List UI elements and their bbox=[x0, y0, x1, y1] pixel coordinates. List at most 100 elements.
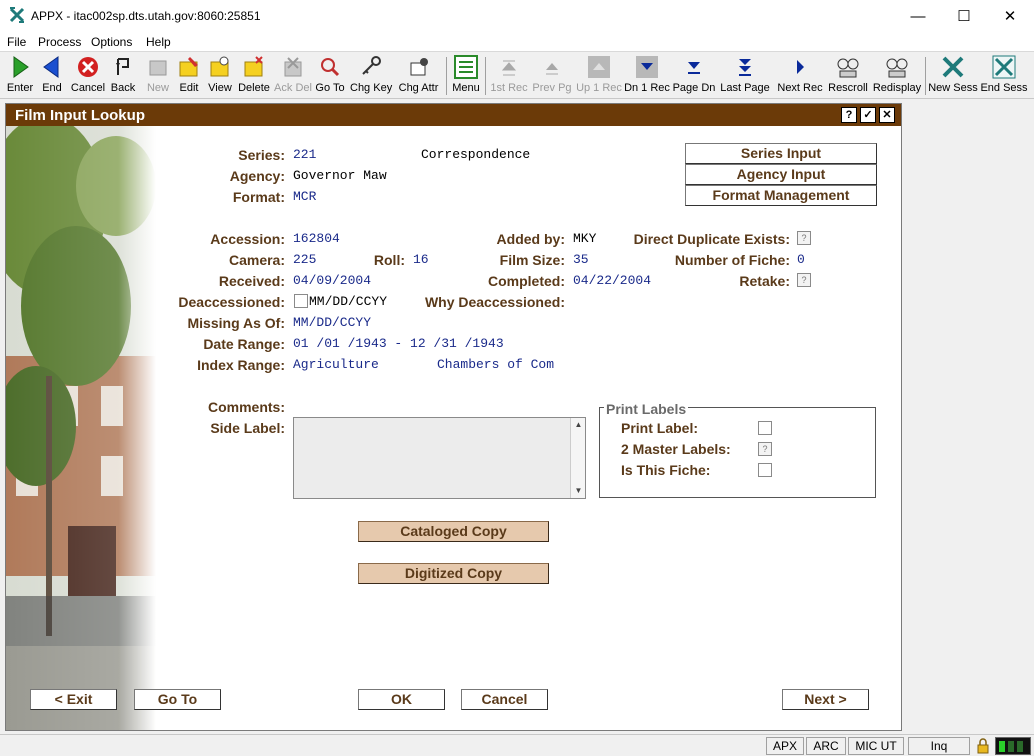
agency-input-button[interactable]: Agency Input bbox=[685, 164, 877, 185]
master-labels-checkbox[interactable]: ? bbox=[758, 442, 772, 456]
cataloged-copy-button[interactable]: Cataloged Copy bbox=[358, 521, 549, 542]
first-rec-button[interactable]: 1st Rec bbox=[489, 55, 529, 97]
is-this-fiche-checkbox[interactable] bbox=[758, 463, 772, 477]
added-by-label: Added by: bbox=[496, 231, 565, 247]
maximize-button[interactable]: ☐ bbox=[941, 0, 987, 32]
menu-button[interactable]: Menu bbox=[451, 55, 481, 97]
status-mic-ut: MIC UT bbox=[848, 737, 904, 755]
up-rec-button[interactable]: Up 1 Rec bbox=[576, 55, 622, 97]
side-label-scrollbar[interactable]: ▲ ▼ bbox=[570, 418, 585, 498]
toolbar-separator bbox=[925, 57, 926, 95]
minimize-button[interactable]: — bbox=[895, 0, 941, 32]
menu-help[interactable]: Help bbox=[146, 35, 171, 49]
prev-page-button[interactable]: Prev Pg bbox=[531, 55, 573, 97]
accept-button[interactable]: ✓ bbox=[860, 107, 876, 123]
cancel-button[interactable]: Cancel bbox=[70, 55, 106, 97]
page-down-icon bbox=[688, 62, 700, 74]
number-of-fiche-label: Number of Fiche: bbox=[674, 252, 790, 268]
rescroll-button[interactable]: Rescroll bbox=[827, 55, 869, 97]
menu-icon bbox=[454, 55, 478, 79]
chg-attr-button[interactable]: Chg Attr bbox=[397, 55, 440, 97]
window-title: APPX - itac002sp.dts.utah.gov:8060:25851 bbox=[31, 9, 261, 23]
redisplay-icon bbox=[886, 58, 908, 78]
activity-indicator-icon bbox=[995, 737, 1031, 755]
new-session-button[interactable]: New Sess bbox=[928, 55, 978, 97]
building-photo bbox=[6, 126, 156, 730]
redisplay-button[interactable]: Redisplay bbox=[872, 55, 922, 97]
missing-as-of-value[interactable]: MM/DD/CCYY bbox=[293, 315, 371, 330]
edit-button[interactable]: Edit bbox=[176, 55, 202, 97]
status-apx: APX bbox=[766, 737, 804, 755]
end-session-button[interactable]: End Sess bbox=[980, 55, 1028, 97]
window-title-bar: APPX - itac002sp.dts.utah.gov:8060:25851… bbox=[0, 0, 1034, 32]
toolbar-separator bbox=[485, 57, 486, 95]
next-button[interactable]: Next > bbox=[782, 689, 869, 710]
series-name-value: Correspondence bbox=[421, 147, 531, 162]
help-button[interactable]: ? bbox=[841, 107, 857, 123]
view-button[interactable]: View bbox=[206, 55, 234, 97]
goto-button[interactable]: Go To bbox=[315, 55, 345, 97]
missing-as-of-label: Missing As Of: bbox=[187, 315, 286, 331]
cancel-footer-button[interactable]: Cancel bbox=[461, 689, 548, 710]
print-labels-title: Print Labels bbox=[604, 401, 689, 417]
series-input-button[interactable]: Series Input bbox=[685, 143, 877, 164]
new-button[interactable]: New bbox=[144, 55, 172, 97]
down-rec-icon bbox=[636, 56, 658, 78]
side-label-textarea[interactable]: ▲ ▼ bbox=[293, 417, 586, 499]
camera-value: 225 bbox=[293, 252, 317, 267]
format-label: Format: bbox=[232, 189, 285, 205]
accession-value: 162804 bbox=[293, 231, 340, 246]
completed-value: 04/22/2004 bbox=[573, 273, 652, 288]
delete-button[interactable]: Delete bbox=[237, 55, 271, 97]
back-button[interactable]: Back bbox=[109, 55, 137, 97]
deaccessioned-checkbox[interactable] bbox=[294, 294, 308, 308]
close-window-button[interactable]: ✕ bbox=[987, 0, 1033, 32]
next-rec-button[interactable]: Next Rec bbox=[777, 55, 823, 97]
enter-button[interactable]: Enter bbox=[5, 55, 35, 97]
retake-checkbox[interactable]: ? bbox=[797, 273, 811, 287]
master-labels-label: 2 Master Labels: bbox=[621, 441, 731, 457]
series-code-value: 221 bbox=[293, 147, 317, 162]
enter-icon bbox=[13, 56, 29, 78]
appx-logo-icon bbox=[9, 7, 25, 23]
down-rec-button[interactable]: Dn 1 Rec bbox=[624, 55, 670, 97]
new-icon bbox=[149, 60, 167, 76]
retake-label: Retake: bbox=[739, 273, 790, 289]
roll-value: 16 bbox=[413, 252, 429, 267]
view-icon bbox=[210, 56, 229, 77]
side-label-label: Side Label: bbox=[210, 420, 285, 436]
chg-key-button[interactable]: Chg Key bbox=[350, 55, 392, 97]
scroll-up-icon[interactable]: ▲ bbox=[571, 418, 586, 432]
print-label-checkbox[interactable] bbox=[758, 421, 772, 435]
last-page-icon bbox=[739, 59, 751, 76]
format-value: MCR bbox=[293, 189, 317, 204]
last-page-button[interactable]: Last Page bbox=[719, 55, 771, 97]
first-rec-icon bbox=[501, 60, 517, 76]
series-label: Series: bbox=[238, 147, 285, 163]
page-down-button[interactable]: Page Dn bbox=[672, 55, 716, 97]
goto-footer-button[interactable]: Go To bbox=[134, 689, 221, 710]
film-size-label: Film Size: bbox=[499, 252, 565, 268]
exit-button[interactable]: < Exit bbox=[30, 689, 117, 710]
agency-label: Agency: bbox=[229, 168, 285, 184]
format-management-button[interactable]: Format Management bbox=[685, 185, 877, 206]
end-button[interactable]: End bbox=[40, 55, 64, 97]
date-range-label: Date Range: bbox=[203, 336, 285, 352]
attr-icon bbox=[410, 58, 428, 76]
new-session-icon bbox=[942, 56, 964, 78]
index-range-label: Index Range: bbox=[197, 357, 285, 373]
print-labels-group: Print Labels Print Label: 2 Master Label… bbox=[599, 401, 876, 498]
digitized-copy-button[interactable]: Digitized Copy bbox=[358, 563, 549, 584]
close-form-button[interactable]: ✕ bbox=[879, 107, 895, 123]
menu-file[interactable]: File bbox=[7, 35, 26, 49]
ok-button[interactable]: OK bbox=[358, 689, 445, 710]
direct-duplicate-checkbox[interactable]: ? bbox=[797, 231, 811, 245]
menu-options[interactable]: Options bbox=[91, 35, 132, 49]
scroll-down-icon[interactable]: ▼ bbox=[571, 484, 586, 498]
menu-process[interactable]: Process bbox=[38, 35, 81, 49]
ack-del-button[interactable]: Ack Del bbox=[274, 55, 312, 97]
received-label: Received: bbox=[218, 273, 285, 289]
index-range-to-value: Chambers of Com bbox=[437, 357, 555, 372]
deaccessioned-date-value[interactable]: MM/DD/CCYY bbox=[309, 294, 387, 309]
cancel-icon bbox=[78, 57, 98, 77]
